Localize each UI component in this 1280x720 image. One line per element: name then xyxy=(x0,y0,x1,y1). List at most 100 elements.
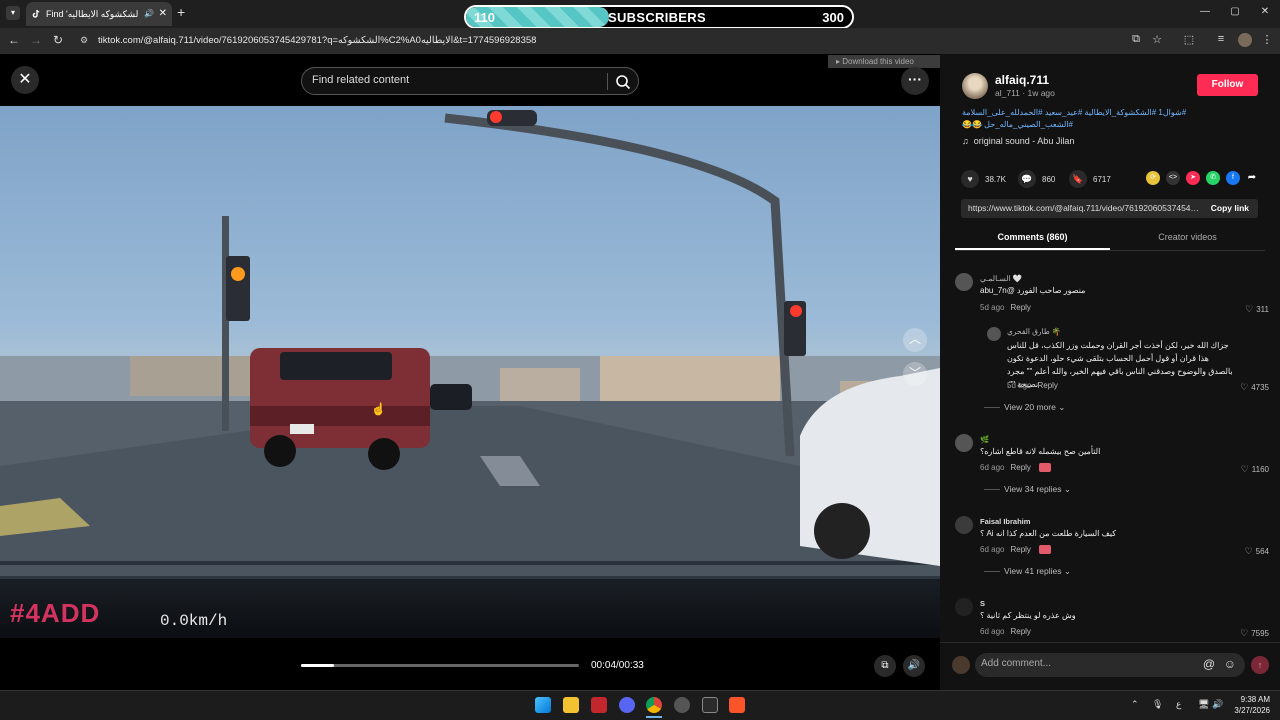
forward-icon[interactable]: → xyxy=(28,33,44,47)
comment-like-count: 7595 xyxy=(1251,629,1269,638)
comment-avatar[interactable] xyxy=(955,273,973,291)
maximize-button[interactable]: ▢ xyxy=(1220,0,1250,28)
comment-username[interactable]: السـالمـي 🤍 xyxy=(980,274,1022,283)
comment-avatar[interactable] xyxy=(955,516,973,534)
reply-button[interactable]: Reply xyxy=(1010,627,1030,636)
volume-tray-icon[interactable]: 🔊 xyxy=(1212,699,1223,710)
reply-button[interactable]: Reply xyxy=(1037,381,1057,390)
reply-button[interactable]: Reply xyxy=(1010,463,1030,472)
extensions-icon[interactable]: ⬚ xyxy=(1181,33,1197,46)
volume-icon[interactable]: 🔊 xyxy=(903,655,925,677)
comment-username[interactable]: 🌿 xyxy=(980,435,989,444)
clock-date[interactable]: 3/27/2026 xyxy=(1230,706,1270,715)
comment-username[interactable]: S xyxy=(980,599,985,608)
comment-meta: 6d ago Reply xyxy=(980,627,1031,636)
reply-like[interactable]: ♡ 4735 xyxy=(1229,382,1269,393)
embed-icon[interactable]: <> xyxy=(1166,171,1180,185)
mention-at-icon[interactable]: @ xyxy=(1203,657,1215,671)
close-video-button[interactable]: ✕ xyxy=(11,66,39,94)
bookmark-star-icon[interactable]: ☆ xyxy=(1149,33,1165,46)
browser-tab[interactable]: Find 'الشكشوكه الايطاليه' on 🔊 ✕ xyxy=(26,2,172,26)
video-progress-bar[interactable] xyxy=(301,664,579,667)
comment-stat[interactable]: 💬 860 xyxy=(1018,170,1055,188)
picture-in-picture-icon[interactable]: ⧉ xyxy=(874,655,896,677)
share-link-text[interactable]: https://www.tiktok.com/@alfaiq.711/video… xyxy=(968,203,1202,213)
whatsapp-icon[interactable]: ✆ xyxy=(1206,171,1220,185)
tab-close-icon[interactable]: ✕ xyxy=(159,2,167,26)
subscriber-label: SUBSCRIBERS xyxy=(608,10,706,25)
tab-comments[interactable]: Comments (860) xyxy=(955,232,1110,242)
view-more-replies[interactable]: View 20 more ⌄ xyxy=(984,402,1065,413)
acrobat-icon[interactable] xyxy=(591,697,607,713)
emoji-icon[interactable]: ☺ xyxy=(1224,657,1236,671)
next-video-chevron-down-icon[interactable]: ﹀ xyxy=(903,362,927,386)
copy-link-button[interactable]: Copy link xyxy=(1211,203,1249,213)
speaker-icon[interactable]: 🔊 xyxy=(144,2,154,26)
bookmark-icon: 🔖 xyxy=(1069,170,1087,188)
author-username[interactable]: alfaiq.711 xyxy=(995,73,1049,87)
comment-like[interactable]: ♡ 564 xyxy=(1229,546,1269,557)
comment-like[interactable]: ♡ 1160 xyxy=(1229,464,1269,475)
brave-icon[interactable] xyxy=(729,697,745,713)
video-description[interactable]: #شوال1 #الشكشوكة_الايطالية #عيد_سعيد #ال… xyxy=(962,107,1262,131)
clock-time[interactable]: 9:38 AM xyxy=(1240,695,1270,704)
share-arrow-icon[interactable]: ➦ xyxy=(1245,171,1259,185)
author-avatar[interactable] xyxy=(962,73,988,99)
comment-avatar[interactable] xyxy=(955,598,973,616)
reload-icon[interactable]: ↻ xyxy=(50,33,66,47)
tab-creator-videos[interactable]: Creator videos xyxy=(1110,232,1265,242)
comment-input[interactable] xyxy=(981,658,1191,669)
video-player[interactable]: #4ADD 0.0km/h xyxy=(0,106,940,638)
obs-icon[interactable] xyxy=(674,697,690,713)
reply-button[interactable]: Reply xyxy=(1010,303,1030,312)
comment-like[interactable]: ♡ 311 xyxy=(1229,304,1269,315)
back-icon[interactable]: ← xyxy=(6,33,22,47)
send-icon[interactable]: ➤ xyxy=(1186,171,1200,185)
view-replies[interactable]: View 41 replies ⌄ xyxy=(984,566,1071,577)
epic-games-icon[interactable] xyxy=(702,697,718,713)
comment-input-box[interactable]: @ ☺ xyxy=(975,653,1245,677)
view-replies[interactable]: View 34 replies ⌄ xyxy=(984,484,1071,495)
reply-username[interactable]: طارق القحري 🌴 xyxy=(1007,327,1061,336)
repost-icon[interactable]: ⟳ xyxy=(1146,171,1160,185)
comment-like[interactable]: ♡ 7595 xyxy=(1229,628,1269,639)
browser-menu-icon[interactable]: ⋮ xyxy=(1259,33,1275,46)
tray-chevron-up-icon[interactable]: ⌃ xyxy=(1131,699,1139,710)
search-input[interactable] xyxy=(312,74,592,86)
cast-icon[interactable]: ⧉ xyxy=(1128,33,1144,46)
url-field[interactable]: tiktok.com/@alfaiq.711/video/76192060537… xyxy=(98,35,536,46)
window-controls: — ▢ ✕ xyxy=(1190,0,1280,28)
comment-avatar[interactable] xyxy=(955,434,973,452)
facebook-icon[interactable]: f xyxy=(1226,171,1240,185)
search-icon[interactable] xyxy=(615,74,631,90)
reply-button[interactable]: Reply xyxy=(1010,545,1030,554)
windows-start-icon[interactable] xyxy=(535,697,551,713)
comment-text: منصور صاحب الفورد @abu_7n xyxy=(980,286,1086,295)
microphone-icon[interactable]: 🎙 xyxy=(1152,699,1163,710)
more-options-button[interactable]: ··· xyxy=(901,67,929,95)
tab-search-icon[interactable]: ▾ xyxy=(6,6,20,20)
heart-icon: ♥ xyxy=(961,170,979,188)
discord-icon[interactable] xyxy=(619,697,635,713)
save-stat[interactable]: 🔖 6717 xyxy=(1069,170,1111,188)
new-tab-button[interactable]: + xyxy=(177,4,185,20)
site-info-icon[interactable]: ⚙ xyxy=(80,35,88,46)
follow-button[interactable]: Follow xyxy=(1197,74,1258,96)
post-comment-button[interactable]: ↑ xyxy=(1251,656,1269,674)
view-replies-label: View 41 replies xyxy=(1004,566,1062,576)
download-video-button[interactable]: ▸ Download this video xyxy=(828,55,940,68)
previous-video-chevron-up-icon[interactable]: ︿ xyxy=(903,328,927,352)
sound-link[interactable]: ♫ original sound - Abu Jilan xyxy=(962,136,1074,146)
comment-username[interactable]: Faisal Ibrahim xyxy=(980,517,1030,526)
chrome-icon[interactable] xyxy=(646,697,662,713)
find-related-search[interactable] xyxy=(301,67,639,95)
network-icon[interactable]: 🖥 xyxy=(1198,699,1209,710)
input-language[interactable]: ع xyxy=(1176,699,1181,710)
media-controls-icon[interactable]: ≡ xyxy=(1213,33,1229,45)
minimize-button[interactable]: — xyxy=(1190,0,1220,28)
profile-avatar[interactable] xyxy=(1238,33,1252,47)
reply-avatar[interactable] xyxy=(987,327,1001,341)
like-stat[interactable]: ♥ 38.7K xyxy=(961,170,1006,188)
file-explorer-icon[interactable] xyxy=(563,697,579,713)
close-window-button[interactable]: ✕ xyxy=(1250,0,1280,28)
